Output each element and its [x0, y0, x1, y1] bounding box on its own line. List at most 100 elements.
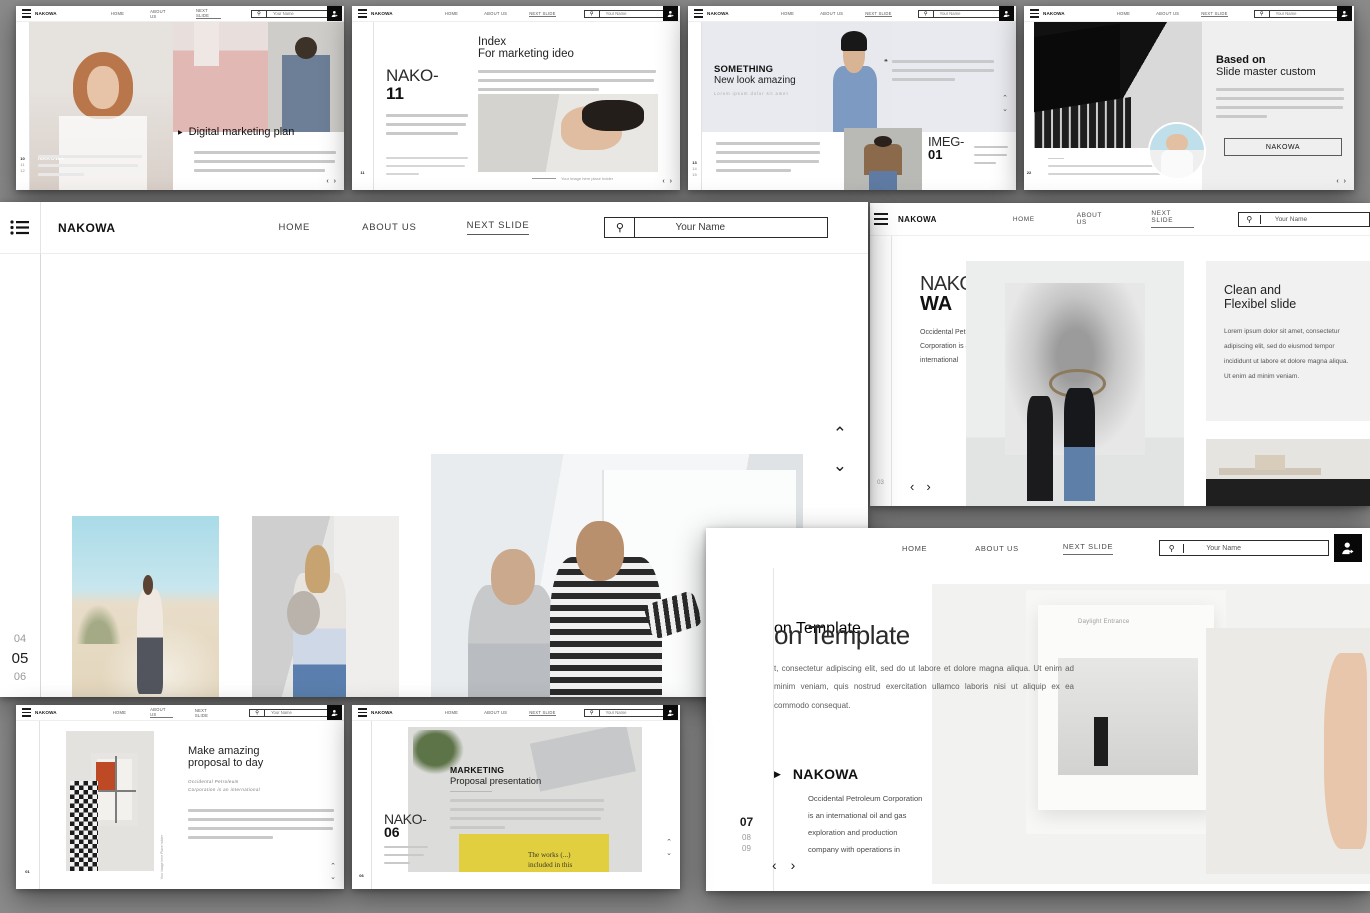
- thumb-vert-arrows[interactable]: ⌃ ⌄: [330, 862, 336, 881]
- profile-card-1[interactable]: Mavin benrd Your title here Occidental P…: [72, 516, 224, 697]
- search-box[interactable]: ⚲ Your Name: [1253, 9, 1346, 18]
- search-input[interactable]: Your Name: [600, 710, 627, 715]
- chevron-down-icon[interactable]: ⌄: [1002, 105, 1008, 113]
- chevron-up-icon[interactable]: ⌃: [833, 424, 847, 444]
- list-menu-icon[interactable]: [0, 202, 41, 254]
- user-logout-icon[interactable]: [1337, 6, 1352, 21]
- user-logout-icon[interactable]: [663, 6, 678, 21]
- chevron-up-icon[interactable]: ⌃: [1002, 94, 1008, 102]
- profile-card-2[interactable]: Yukiko Saweda Your title here Occidental…: [252, 516, 404, 697]
- nakowa-button[interactable]: NAKOWA: [1224, 138, 1342, 156]
- nav-home[interactable]: HOME: [113, 710, 126, 715]
- nav-about[interactable]: ABOUT US: [362, 222, 416, 233]
- nav-about[interactable]: ABOUT US: [150, 707, 173, 718]
- chevron-right-icon[interactable]: ›: [926, 479, 930, 494]
- chevron-right-icon[interactable]: ›: [670, 178, 672, 185]
- chevron-up-icon[interactable]: ⌃: [666, 838, 672, 846]
- user-logout-icon[interactable]: [999, 6, 1014, 21]
- chevron-down-icon[interactable]: ⌄: [330, 873, 336, 881]
- slide-nakowa-clean-flexibel[interactable]: NAKOWA HOME ABOUT US NEXT SLIDE ⚲ Your N…: [870, 203, 1370, 506]
- list-menu-icon[interactable]: [1030, 9, 1039, 18]
- thumbnail-slide-proposal[interactable]: NAKOWA HOME ABOUT US NEXT SLIDE ⚲ Your N…: [16, 705, 344, 889]
- nav-about[interactable]: ABOUT US: [484, 710, 507, 715]
- thumb-vert-arrows[interactable]: ⌃ ⌄: [1002, 94, 1008, 113]
- list-menu-icon[interactable]: [694, 9, 703, 18]
- search-input[interactable]: Your Name: [1270, 11, 1297, 16]
- user-logout-icon[interactable]: [327, 705, 342, 720]
- nav-home[interactable]: HOME: [1117, 11, 1130, 16]
- thumbnail-slide-digital-marketing[interactable]: NAKOWA HOME ABOUT US NEXT SLIDE ⚲ Your N…: [16, 6, 344, 190]
- nav-home[interactable]: HOME: [111, 11, 124, 16]
- thumbnail-slide-index[interactable]: NAKOWA HOME ABOUT US NEXT SLIDE ⚲ Your N…: [352, 6, 680, 190]
- slide-nav-arrows[interactable]: ‹ ›: [772, 857, 795, 873]
- nav-about[interactable]: ABOUT US: [1156, 11, 1179, 16]
- search-input[interactable]: Your Name: [934, 11, 961, 16]
- vertical-nav-arrows[interactable]: ⌃ ⌄: [833, 424, 847, 476]
- nav-next[interactable]: NEXT SLIDE: [1062, 542, 1114, 555]
- chevron-left-icon[interactable]: ‹: [910, 479, 914, 494]
- chevron-left-icon[interactable]: ‹: [662, 178, 664, 185]
- search-box[interactable]: ⚲ Your Name: [1237, 211, 1370, 227]
- chevron-left-icon[interactable]: ‹: [1336, 178, 1338, 185]
- nav-home[interactable]: HOME: [445, 710, 458, 715]
- nav-next[interactable]: NEXT SLIDE: [195, 8, 221, 19]
- nav-next[interactable]: NEXT SLIDE: [865, 11, 892, 17]
- search-box[interactable]: ⚲ Your Name: [583, 708, 676, 717]
- thumb-nav-arrows[interactable]: ‹ ›: [326, 178, 336, 185]
- search-box[interactable]: ⚲ Your Name: [604, 217, 829, 238]
- page-next2[interactable]: 09: [720, 843, 773, 855]
- list-menu-icon[interactable]: [358, 9, 367, 18]
- chevron-up-icon[interactable]: ⌃: [330, 862, 336, 870]
- chevron-right-icon[interactable]: ›: [791, 857, 796, 873]
- thumbnail-slide-marketing[interactable]: NAKOWA HOME ABOUT US NEXT SLIDE ⚲ Your N…: [352, 705, 680, 889]
- chevron-left-icon[interactable]: ‹: [772, 857, 777, 873]
- nav-next[interactable]: NEXT SLIDE: [529, 710, 556, 716]
- search-input[interactable]: Your Name: [635, 222, 827, 233]
- nav-next[interactable]: NEXT SLIDE: [1201, 11, 1228, 17]
- nav-about[interactable]: ABOUT US: [975, 544, 1019, 553]
- chevron-left-icon[interactable]: ‹: [326, 178, 328, 185]
- nav-next[interactable]: NEXT SLIDE: [1151, 210, 1194, 228]
- thumbnail-slide-based-on[interactable]: NAKOWA HOME ABOUT US NEXT SLIDE ⚲ Your N…: [1024, 6, 1354, 190]
- chevron-right-icon[interactable]: ›: [334, 178, 336, 185]
- nav-about[interactable]: ABOUT US: [150, 9, 172, 19]
- thumb-nav-arrows[interactable]: ‹ ›: [1336, 178, 1346, 185]
- search-input[interactable]: Your Name: [267, 11, 294, 16]
- slide-presentation-template[interactable]: HOME ABOUT US NEXT SLIDE ⚲ Your Name 07 …: [706, 528, 1370, 891]
- page-prev[interactable]: 04: [0, 632, 40, 648]
- nav-home[interactable]: HOME: [445, 11, 458, 16]
- list-menu-icon[interactable]: [22, 708, 31, 717]
- list-menu-icon[interactable]: [22, 9, 31, 18]
- chevron-down-icon[interactable]: ⌄: [666, 849, 672, 857]
- list-menu-icon[interactable]: [874, 213, 888, 225]
- nav-next[interactable]: NEXT SLIDE: [466, 220, 530, 235]
- thumb-vert-arrows[interactable]: ⌃ ⌄: [666, 838, 672, 857]
- nav-next[interactable]: NEXT SLIDE: [195, 708, 221, 718]
- thumbnail-slide-something[interactable]: NAKOWA HOME ABOUT US NEXT SLIDE ⚲ Your N…: [688, 6, 1016, 190]
- nav-about[interactable]: ABOUT US: [484, 11, 507, 16]
- thumb-nav-arrows[interactable]: ‹ ›: [662, 178, 672, 185]
- search-input[interactable]: Your Name: [1184, 545, 1241, 552]
- nav-home[interactable]: HOME: [279, 222, 311, 233]
- search-box[interactable]: ⚲ Your Name: [583, 9, 676, 18]
- chevron-right-icon[interactable]: ›: [1344, 178, 1346, 185]
- search-box[interactable]: ⚲ Your Name: [917, 9, 1008, 18]
- user-logout-icon[interactable]: [663, 705, 678, 720]
- list-menu-icon[interactable]: [358, 708, 367, 717]
- search-input[interactable]: Your Name: [1261, 216, 1307, 223]
- user-logout-icon[interactable]: [327, 6, 342, 21]
- nav-home[interactable]: HOME: [1013, 216, 1035, 223]
- user-logout-icon[interactable]: [1334, 534, 1362, 562]
- page-next[interactable]: 06: [0, 670, 40, 686]
- nav-home[interactable]: HOME: [781, 11, 794, 16]
- search-box[interactable]: ⚲ Your Name: [1159, 540, 1330, 556]
- nav-next[interactable]: NEXT SLIDE: [529, 11, 556, 17]
- search-input[interactable]: Your Name: [265, 710, 292, 715]
- nav-about[interactable]: ABOUT US: [820, 11, 843, 16]
- nav-home[interactable]: HOME: [902, 544, 927, 553]
- nav-about[interactable]: ABOUT US: [1077, 212, 1114, 226]
- slide-nav-arrows[interactable]: ‹ ›: [910, 479, 931, 494]
- search-input[interactable]: Your Name: [600, 11, 627, 16]
- page-next[interactable]: 08: [720, 832, 773, 844]
- chevron-down-icon[interactable]: ⌄: [833, 456, 847, 476]
